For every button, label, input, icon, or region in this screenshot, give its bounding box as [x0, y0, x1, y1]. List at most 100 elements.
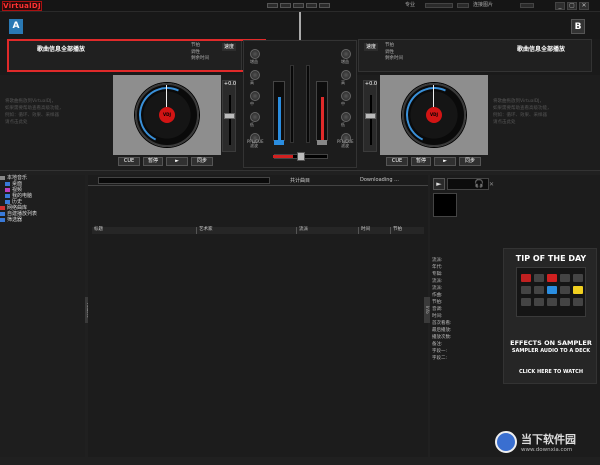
mixer-right-knobs: 增益 高 中 低 滤波: [341, 49, 351, 148]
tip-line2: SAMPLER AUDIO TO A DECK: [511, 348, 591, 354]
layout-button-2[interactable]: [280, 3, 291, 8]
right-vu-meter: [306, 65, 310, 143]
deck-b-pitch-knob[interactable]: [365, 113, 376, 119]
deck-b-help-text: 将歌曲拖放到VirtualDJ， 如果需要帮助查看高级功能， 例如：循环、效果、…: [493, 99, 552, 125]
deck-b-tempo-button[interactable]: 速度: [364, 43, 379, 51]
deck-a-play-button[interactable]: ►: [166, 157, 188, 166]
left-pfl-label: PFL/CUE: [247, 139, 264, 144]
right-low-knob[interactable]: [341, 112, 351, 122]
watermark-url: www.downxia.com: [521, 447, 573, 453]
right-gain-knob[interactable]: [341, 49, 351, 59]
col-title[interactable]: 标题: [92, 227, 197, 234]
crossfader-knob[interactable]: [297, 152, 305, 161]
settings-button[interactable]: [520, 3, 534, 8]
downloading-status: Downloading ...: [360, 177, 399, 183]
deck-b-pitch-slider[interactable]: +0.0: [363, 80, 377, 152]
desktop-icon: [5, 181, 10, 186]
deck-b-sync-button[interactable]: 同步: [459, 157, 481, 166]
album-art: [433, 193, 457, 217]
col-genre[interactable]: 流派: [297, 227, 359, 234]
deck-a-jogwheel[interactable]: VDJ: [131, 79, 203, 151]
deck-a-cue-button[interactable]: CUE: [118, 157, 140, 166]
filter-icon: [0, 217, 5, 222]
folder-tree: 本地音乐 桌面 视频 我的电脑 历史 网络曲库 自建播放列表 筛选器: [0, 175, 85, 457]
search-input[interactable]: [98, 177, 270, 184]
playhead-marker: [299, 12, 301, 40]
left-vu-meter: [290, 65, 294, 143]
layout-button-5[interactable]: [319, 3, 330, 8]
minimize-button[interactable]: _: [555, 2, 565, 10]
connect-label[interactable]: 连接图片: [473, 2, 493, 9]
computer-icon: [5, 193, 10, 198]
watermark-icon: [495, 431, 517, 453]
tree-item-filters[interactable]: 筛选器: [0, 217, 85, 223]
deck-a-help-text: 将歌曲拖放到VirtualDJ， 如果需要帮助查看高级功能， 例如：循环、效果、…: [5, 99, 64, 125]
left-low-knob[interactable]: [250, 112, 260, 122]
tip-cta[interactable]: CLICK HERE TO WATCH: [504, 369, 598, 375]
tip-title: TIP OF THE DAY: [515, 254, 587, 263]
deck-a-tag[interactable]: A: [9, 19, 23, 34]
deck-a-jog-needle: [166, 85, 167, 107]
deck-b-info-bar: 速度 节拍 调性 剩余时间 歌曲信息全部播放: [358, 39, 592, 72]
column-header-row: 标题 艺术家 流派 时间 节拍: [92, 227, 424, 234]
deck-b-jog-needle: [433, 85, 434, 107]
watermark-logo: 当下软件园 www.downxia.com: [495, 429, 597, 461]
col-time[interactable]: 时间: [359, 227, 391, 234]
track-count-label: 共计曲目: [290, 178, 311, 184]
right-pfl-button[interactable]: [317, 140, 327, 145]
deck-b-play-button[interactable]: ►: [434, 157, 456, 166]
close-button[interactable]: ✕: [579, 2, 589, 10]
playlist-icon: [0, 211, 5, 216]
col-bpm[interactable]: 节拍: [391, 227, 424, 234]
deck-a-pitch-knob[interactable]: [224, 113, 235, 119]
left-volume-fader[interactable]: [273, 81, 285, 141]
headphones-icon[interactable]: 🎧: [474, 179, 484, 189]
right-mid-knob[interactable]: [341, 91, 351, 101]
history-icon: [5, 199, 10, 204]
preview-play-icon[interactable]: ►: [433, 178, 445, 190]
deck-b-pitch-track: [370, 95, 372, 145]
left-pfl-button[interactable]: [274, 140, 284, 145]
track-list-area: 共计曲目 Downloading ... 标题 艺术家 流派 时间 节拍: [88, 175, 428, 457]
deck-b-pause-button[interactable]: 暂停: [411, 157, 431, 166]
deck-a-pitch-track: [229, 95, 231, 145]
deck-a-pitch-slider[interactable]: +0.0: [222, 80, 236, 152]
deck-b-tag[interactable]: B: [571, 19, 585, 34]
video-icon: [5, 187, 10, 192]
track-info-list: 流派: 年代: 专辑: 流派: 流派: 作曲: 节拍: 音调: 时间: 首次看看…: [432, 258, 452, 361]
crossfader[interactable]: [273, 152, 328, 161]
deck-b-song-title: 歌曲信息全部播放: [517, 46, 566, 53]
left-mid-knob[interactable]: [250, 91, 260, 101]
mixer-panel: 增益 高 中 低 滤波 增益 高 中 低 滤波 PFL/CUE PFL/CUE: [243, 40, 357, 168]
close-preview-icon[interactable]: ✕: [489, 182, 495, 188]
record-button[interactable]: [457, 3, 469, 8]
left-high-knob[interactable]: [250, 70, 260, 80]
mode-label[interactable]: 专业: [405, 2, 415, 9]
mixer-left-knobs: 增益 高 中 低 滤波: [250, 49, 260, 148]
left-gain-knob[interactable]: [250, 49, 260, 59]
deck-a-platter-area: VDJ: [113, 75, 221, 155]
deck-a-pitch-value: +0.0: [223, 81, 237, 87]
layout-button-1[interactable]: [267, 3, 278, 8]
deck-a-pause-button[interactable]: 暂停: [143, 157, 163, 166]
col-artist[interactable]: 艺术家: [197, 227, 297, 234]
deck-a-sync-button[interactable]: 同步: [191, 157, 213, 166]
layout-button-4[interactable]: [306, 3, 317, 8]
deck-b-cue-button[interactable]: CUE: [386, 157, 408, 166]
title-bar: VirtualDJ 专业 连接图片 _ ▢ ✕: [0, 0, 600, 12]
deck-b-pitch-value: +0.0: [364, 81, 378, 87]
right-volume-fader[interactable]: [316, 81, 328, 141]
mode-selector[interactable]: [425, 3, 453, 8]
tip-line1: EFFECTS ON SAMPLER: [510, 339, 592, 347]
deck-b-platter-area: VDJ: [380, 75, 488, 155]
sampler-preview-image: [516, 267, 586, 317]
deck-a-jog-center: VDJ: [159, 107, 175, 123]
deck-b-bpm-label: 节拍: [385, 43, 394, 48]
tip-of-the-day-panel[interactable]: TIP OF THE DAY EFFECTS ON SAMPLER SAMPLE…: [503, 248, 597, 384]
deck-b-jogwheel[interactable]: VDJ: [398, 79, 470, 151]
maximize-button[interactable]: ▢: [567, 2, 577, 10]
folder-icon: [0, 175, 5, 180]
right-high-knob[interactable]: [341, 70, 351, 80]
right-pfl-label: PFL/CUE: [337, 139, 354, 144]
layout-button-3[interactable]: [293, 3, 304, 8]
